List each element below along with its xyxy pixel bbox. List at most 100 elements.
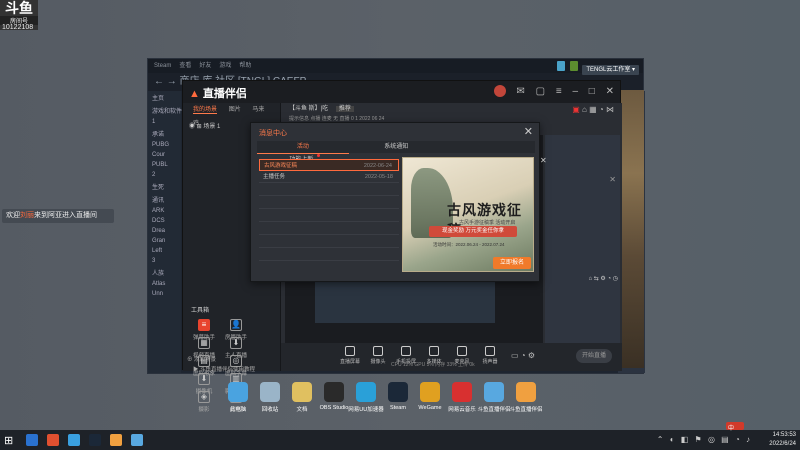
avatar[interactable]	[493, 85, 506, 97]
taskbar-app-icon[interactable]	[131, 434, 143, 446]
steam-menu-item[interactable]: Steam	[154, 63, 171, 69]
steam-library-item[interactable]: 通讯	[148, 193, 181, 206]
tutorial-link[interactable]: ▶ 斗鱼直播伴侣使用教程	[193, 365, 255, 373]
menu-icon[interactable]: ≡	[556, 86, 562, 97]
app-icon	[420, 382, 440, 402]
steam-library-item[interactable]: Cour	[148, 150, 181, 160]
steam-library-item[interactable]: 生死	[148, 180, 181, 193]
main-tab-badge[interactable]: 推荐	[335, 106, 354, 112]
source-icon	[345, 346, 355, 356]
steam-library-item[interactable]: Unn	[148, 289, 181, 299]
record-icon[interactable]: ◔	[521, 351, 526, 360]
settings-icon[interactable]: ⚙	[528, 351, 535, 360]
share-icon[interactable]: ⋈	[606, 105, 614, 114]
taskbar-app-icon[interactable]	[47, 434, 59, 446]
steam-library-item[interactable]: Left	[148, 246, 181, 256]
welcome-banner: 欢迎刘丽来到阿亚进入直播间	[2, 209, 114, 223]
background-photo	[621, 90, 644, 368]
gift-icon[interactable]: ▣	[572, 105, 580, 114]
steam-library-item[interactable]: Drea	[148, 226, 181, 236]
source-icon	[401, 346, 411, 356]
steam-library-item[interactable]: ARK	[148, 206, 181, 216]
message-list: 古风游戏征稿 2022-06-24 主播任务 2022-05-18	[259, 159, 399, 277]
source-button[interactable]: 扬声器	[477, 344, 503, 365]
windows-start-icon[interactable]: ⊞	[4, 434, 13, 447]
steam-library-item[interactable]: 2	[148, 170, 181, 180]
eye-icon[interactable]: ◉ ⊞	[189, 124, 203, 130]
steam-menu-item[interactable]: 好友	[199, 63, 211, 69]
message-date: 2022-05-18	[364, 174, 393, 180]
message-empty-row	[259, 209, 399, 222]
app-icon	[388, 382, 408, 402]
ime-indicator[interactable]: 中	[726, 422, 744, 432]
steam-menu-item[interactable]: 帮助	[239, 63, 251, 69]
steam-library-item[interactable]: PUBG	[148, 140, 181, 150]
message-item[interactable]: 古风游戏征稿 2022-06-24	[259, 159, 399, 171]
tool-item[interactable]: ◈ 摄影	[189, 391, 219, 413]
steam-library-item[interactable]: 人族	[148, 266, 181, 279]
source-button[interactable]: 直播屏幕	[337, 344, 363, 365]
main-tabs: 【斗鱼 斯】|吃 推荐	[281, 103, 622, 115]
source-label: 扬声器	[482, 359, 498, 365]
tool-icon: ≡	[198, 319, 210, 331]
taskbar-app-icon[interactable]	[68, 434, 80, 446]
steam-menu-item[interactable]: 游戏	[219, 63, 231, 69]
steam-library-item[interactable]: Gran	[148, 236, 181, 246]
preview-side-close-icon[interactable]: ✕	[609, 175, 616, 184]
add-scene-button[interactable]: ⊕ 添加场景	[187, 355, 216, 363]
tab-system[interactable]: 系统通知	[350, 141, 442, 153]
message-empty-row	[259, 196, 399, 209]
zb-window-controls: ✉ ▢ ≡ – □ ✕	[486, 85, 614, 97]
tutorial-label: 斗鱼直播伴侣使用教程	[200, 367, 256, 373]
steam-library-item[interactable]: DCS	[148, 216, 181, 226]
clock[interactable]: 14:53:53 2022/6/24	[769, 430, 796, 450]
taskbar-app-icon[interactable]	[26, 434, 38, 446]
steam-menu-item[interactable]: 查看	[179, 63, 191, 69]
mail-icon[interactable]: ✉	[516, 86, 524, 97]
ad-close-icon[interactable]: ✕	[540, 156, 549, 165]
steam-notify-button[interactable]	[557, 61, 566, 71]
tab-images[interactable]: 图片	[229, 107, 241, 113]
bell-icon[interactable]: ◔	[599, 105, 604, 114]
signup-button[interactable]: 立即报名	[493, 257, 531, 269]
skin-icon[interactable]: ▢	[536, 86, 545, 97]
taskbar-app-icon[interactable]	[110, 434, 122, 446]
system-tray-icons[interactable]: ⌃ ◐ ◧ ⚑ ◎ ▤ ◔ ♪	[657, 435, 752, 444]
ad-subtitle: 古风手游征稿季 活动开启	[459, 220, 516, 226]
event-ad-banner[interactable]: 古风游戏征稿 古风手游征稿季 活动开启 现金奖励 万元奖金任你拿 活动时间：20…	[402, 157, 534, 272]
steam-library-item[interactable]: 3	[148, 256, 181, 266]
steam-account-button[interactable]: TENGL云工作室 ▾	[582, 65, 639, 75]
preview-side: ✕ ⌂ ⇆ ⚙ ◔ ◷	[545, 135, 620, 343]
minimize-icon[interactable]: –	[572, 86, 578, 97]
steam-library-item[interactable]: Atlas	[148, 279, 181, 289]
tab-activity[interactable]: 活动	[257, 141, 349, 154]
message-title: 古风游戏征稿	[264, 163, 298, 169]
steam-library-item[interactable]: 1	[148, 117, 181, 127]
clock-time: 14:53:53	[772, 432, 796, 438]
message-item[interactable]: 主播任务 2022-05-18	[259, 171, 399, 183]
tool-icon: 👤	[230, 319, 242, 331]
modal-close-icon[interactable]: ✕	[524, 125, 533, 138]
source-label: 摄像头	[370, 359, 386, 365]
steam-library-item[interactable]: 主页	[148, 91, 181, 104]
source-button[interactable]: 摄像头	[365, 344, 391, 365]
welcome-user: 刘丽	[20, 212, 34, 219]
tab-my-scene[interactable]: 我的场景	[193, 107, 218, 114]
bottom-tools: ▭ ◔ ⚙	[511, 351, 535, 360]
steam-library-item[interactable]: 游戏和软件	[148, 104, 182, 117]
zb-app-name: 直播伴侣	[202, 88, 247, 100]
app-icon	[516, 382, 536, 402]
main-tab-title[interactable]: 【斗鱼 斯】|吃	[289, 106, 328, 112]
steam-library-item[interactable]: PUBL	[148, 160, 181, 170]
start-live-button[interactable]: 开始直播	[576, 349, 612, 363]
camera-icon[interactable]: ▭	[511, 351, 519, 360]
taskbar-app-icon[interactable]	[89, 434, 101, 446]
image-icon[interactable]: ▦	[589, 105, 597, 114]
desktop-shortcut[interactable]: 斗鱼直播伴侣	[506, 382, 546, 413]
ad-reward-band: 现金奖励 万元奖金任你拿	[429, 226, 517, 237]
close-icon[interactable]: ✕	[606, 86, 614, 97]
steam-library-item[interactable]: 承诺	[148, 127, 181, 140]
maximize-icon[interactable]: □	[589, 86, 595, 97]
shop-icon[interactable]: ⌂	[582, 105, 587, 114]
steam-friends-button[interactable]	[569, 61, 578, 71]
